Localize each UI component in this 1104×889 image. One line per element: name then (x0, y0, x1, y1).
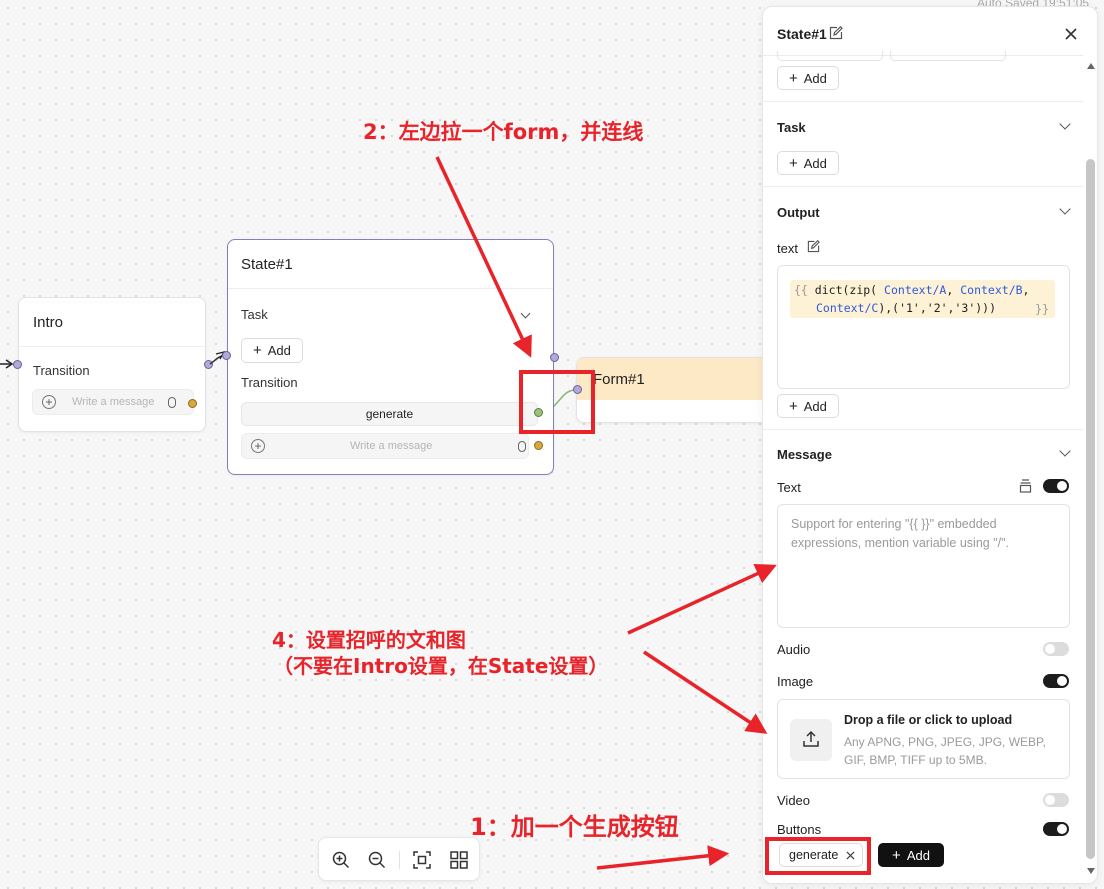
annotation-step-4-line1: 4：设置招呼的文和图 (272, 628, 466, 652)
annotation-step-2: 2：左边拉一个form，并连线 (363, 120, 644, 144)
annotation-step-4-line2: （不要在Intro设置，在State设置） (273, 654, 609, 678)
annotation-step-1: 1：加一个生成按钮 (470, 813, 679, 841)
